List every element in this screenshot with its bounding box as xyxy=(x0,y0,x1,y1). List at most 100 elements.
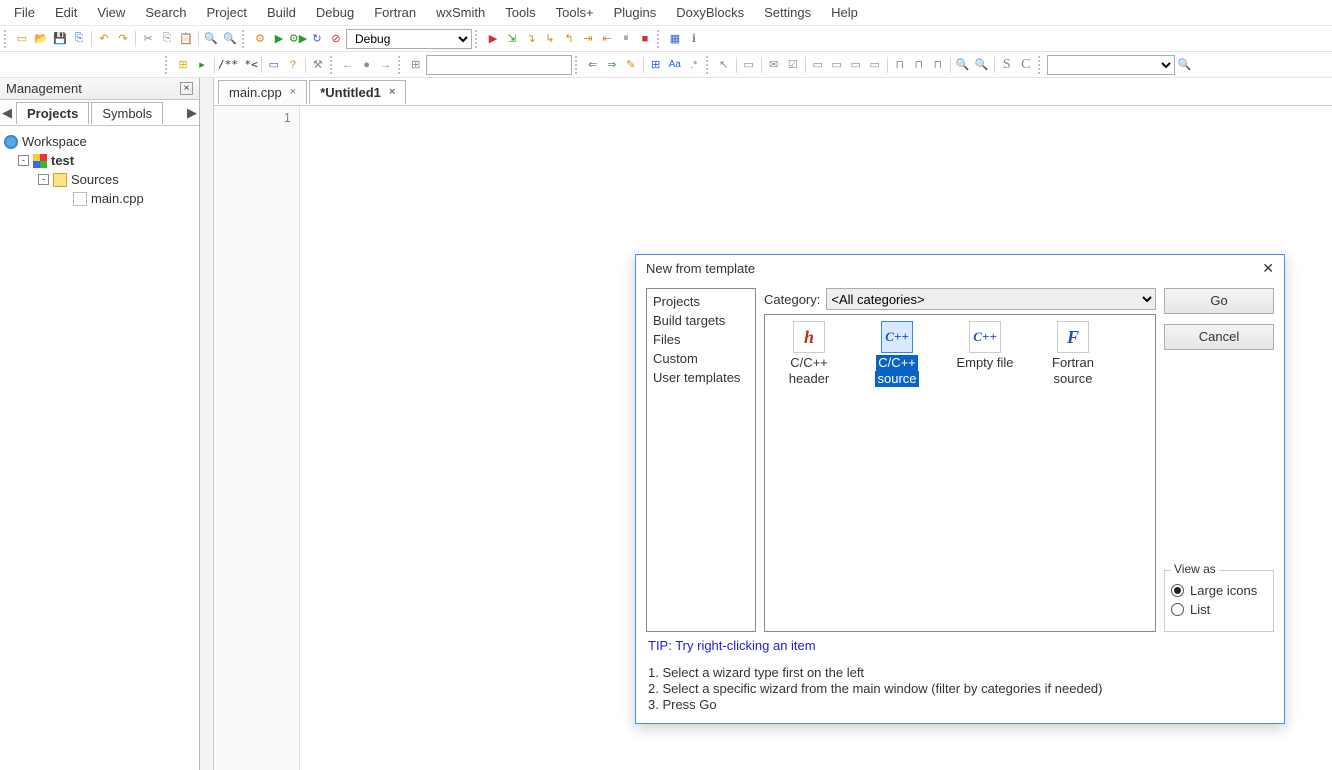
menu-settings[interactable]: Settings xyxy=(754,1,821,24)
tree-project[interactable]: - test xyxy=(4,151,195,170)
toolbar-grip-icon[interactable] xyxy=(575,56,581,74)
save-icon[interactable]: 💾 xyxy=(51,30,69,48)
find-icon[interactable]: 🔍 xyxy=(202,30,220,48)
find-replace-icon[interactable]: 🔍 xyxy=(221,30,239,48)
zoom-in-icon[interactable]: 🔍 xyxy=(954,56,972,74)
editor-tab-untitled[interactable]: *Untitled1 × xyxy=(309,80,406,104)
editor-tab-main[interactable]: main.cpp × xyxy=(218,80,307,104)
doxy-html-icon[interactable]: ▭ xyxy=(265,56,283,74)
paste-icon[interactable]: 📋 xyxy=(177,30,195,48)
list-item[interactable]: Projects xyxy=(649,292,753,311)
save-all-icon[interactable]: ⎘ xyxy=(70,30,88,48)
radio-large-icons[interactable]: Large icons xyxy=(1171,583,1267,598)
menu-search[interactable]: Search xyxy=(135,1,196,24)
list-item[interactable]: Custom xyxy=(649,349,753,368)
search-input[interactable] xyxy=(426,55,572,75)
info-icon[interactable]: ℹ xyxy=(685,30,703,48)
menu-file[interactable]: File xyxy=(4,1,45,24)
check-icon[interactable]: ☑ xyxy=(784,56,802,74)
c-button[interactable]: C xyxy=(1017,56,1035,74)
next-instr-icon[interactable]: ⇥ xyxy=(579,30,597,48)
menu-view[interactable]: View xyxy=(87,1,135,24)
step-out-icon[interactable]: ↰ xyxy=(560,30,578,48)
tree-file[interactable]: main.cpp xyxy=(4,189,195,208)
menu-toolsplus[interactable]: Tools+ xyxy=(546,1,604,24)
toolbar-grip-icon[interactable] xyxy=(706,56,712,74)
next-bookmark-icon[interactable]: ⇒ xyxy=(603,56,621,74)
step-instr-icon[interactable]: ⇤ xyxy=(598,30,616,48)
toolbar-grip-icon[interactable] xyxy=(165,56,171,74)
close-icon[interactable]: ✕ xyxy=(1262,260,1274,277)
abort-icon[interactable]: ⊘ xyxy=(327,30,345,48)
toolbar-grip-icon[interactable] xyxy=(330,56,336,74)
list-item[interactable]: User templates xyxy=(649,368,753,387)
menu-debug[interactable]: Debug xyxy=(306,1,364,24)
stop-debug-icon[interactable]: ■ xyxy=(636,30,654,48)
comment-block-button[interactable]: /** *< xyxy=(218,56,258,74)
tree-sources-folder[interactable]: - Sources xyxy=(4,170,195,189)
close-icon[interactable]: × xyxy=(180,82,193,95)
run-to-cursor-icon[interactable]: ⇲ xyxy=(503,30,521,48)
menu-doxyblocks[interactable]: DoxyBlocks xyxy=(666,1,754,24)
tree-workspace[interactable]: Workspace xyxy=(4,132,195,151)
cut-icon[interactable]: ✂ xyxy=(139,30,157,48)
envelope-icon[interactable]: ✉ xyxy=(765,56,783,74)
selection-icon[interactable]: ⊞ xyxy=(647,56,665,74)
zoom-out-icon[interactable]: 🔍 xyxy=(973,56,991,74)
tab-scroll-right-icon[interactable]: ▶ xyxy=(185,105,199,121)
menu-tools[interactable]: Tools xyxy=(495,1,545,24)
break-icon[interactable]: ⏸ xyxy=(617,30,635,48)
select-icon[interactable]: ↖ xyxy=(715,56,733,74)
regex-icon[interactable]: .* xyxy=(685,56,703,74)
box2-icon[interactable]: ▭ xyxy=(828,56,846,74)
toolbar-grip-icon[interactable] xyxy=(4,30,10,48)
category-select[interactable]: <All categories> xyxy=(826,288,1156,310)
template-empty[interactable]: C++ Empty file xyxy=(947,321,1023,371)
expander-icon[interactable]: - xyxy=(38,174,49,185)
toolbar-grip-icon[interactable] xyxy=(242,30,248,48)
menu-wxsmith[interactable]: wxSmith xyxy=(426,1,495,24)
template-header[interactable]: h C/C++ header xyxy=(771,321,847,387)
new-file-icon[interactable]: ▭ xyxy=(13,30,31,48)
template-fortran[interactable]: F Fortran source xyxy=(1035,321,1111,387)
rebuild-icon[interactable]: ↻ xyxy=(308,30,326,48)
doxy-config-icon[interactable]: ⚒ xyxy=(309,56,327,74)
next-line-icon[interactable]: ↴ xyxy=(522,30,540,48)
s-button[interactable]: S xyxy=(998,56,1016,74)
symbol-select[interactable] xyxy=(1047,55,1175,75)
cancel-button[interactable]: Cancel xyxy=(1164,324,1274,350)
menu-edit[interactable]: Edit xyxy=(45,1,87,24)
list-item[interactable]: Build targets xyxy=(649,311,753,330)
tab1-icon[interactable]: ⊓ xyxy=(891,56,909,74)
open-file-icon[interactable]: 📂 xyxy=(32,30,50,48)
radio-list[interactable]: List xyxy=(1171,602,1267,617)
highlight-icon[interactable]: ✎ xyxy=(622,56,640,74)
tab2-icon[interactable]: ⊓ xyxy=(910,56,928,74)
doxy-run-icon[interactable]: ▸ xyxy=(193,56,211,74)
tab-symbols[interactable]: Symbols xyxy=(91,102,163,124)
doxy-chm-icon[interactable]: ? xyxy=(284,56,302,74)
jump-next-icon[interactable]: → xyxy=(377,56,395,74)
debug-windows-icon[interactable]: ▦ xyxy=(666,30,684,48)
prev-bookmark-icon[interactable]: ⇐ xyxy=(584,56,602,74)
menu-build[interactable]: Build xyxy=(257,1,306,24)
build-run-icon[interactable]: ⚙▶ xyxy=(289,30,307,48)
dialog-titlebar[interactable]: New from template ✕ xyxy=(636,255,1284,282)
toolbar-grip-icon[interactable] xyxy=(657,30,663,48)
redo-icon[interactable]: ↷ xyxy=(114,30,132,48)
jump-fwd-icon[interactable]: ● xyxy=(358,56,376,74)
box3-icon[interactable]: ▭ xyxy=(847,56,865,74)
toolbar-grip-icon[interactable] xyxy=(1038,56,1044,74)
toolbar-grip-icon[interactable] xyxy=(398,56,404,74)
step-into-icon[interactable]: ↳ xyxy=(541,30,559,48)
search-symbol-icon[interactable]: 🔍 xyxy=(1176,56,1194,74)
box1-icon[interactable]: ▭ xyxy=(809,56,827,74)
rect-icon[interactable]: ▭ xyxy=(740,56,758,74)
copy-icon[interactable]: ⎘ xyxy=(158,30,176,48)
menu-project[interactable]: Project xyxy=(197,1,257,24)
text-icon[interactable]: Aa xyxy=(666,56,684,74)
menu-plugins[interactable]: Plugins xyxy=(604,1,667,24)
expander-icon[interactable]: - xyxy=(18,155,29,166)
undo-icon[interactable]: ↶ xyxy=(95,30,113,48)
tab-scroll-left-icon[interactable]: ◀ xyxy=(0,105,14,121)
